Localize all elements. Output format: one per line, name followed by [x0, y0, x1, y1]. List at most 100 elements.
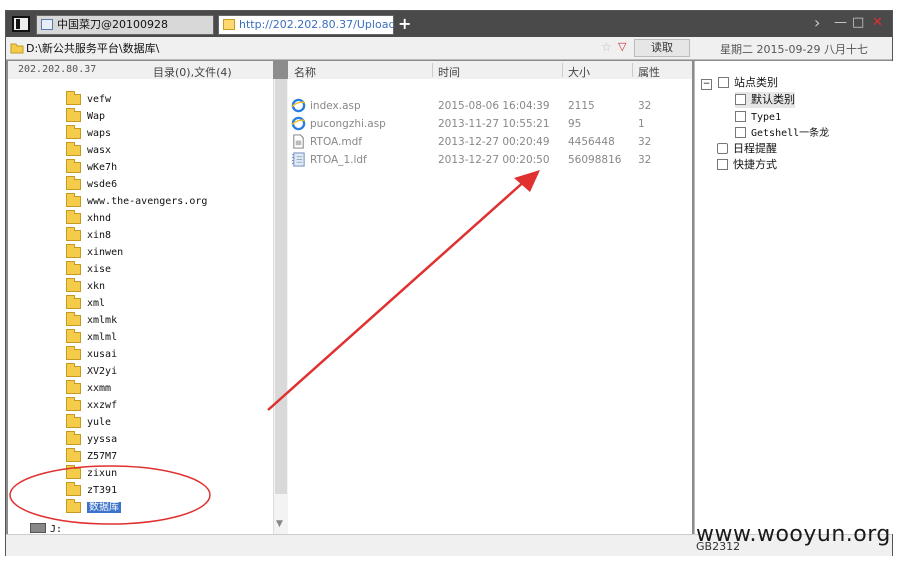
folder-icon — [66, 499, 81, 513]
tree-scrollbar[interactable]: ▼ — [273, 79, 288, 534]
category-icon — [718, 77, 729, 88]
new-tab-button[interactable]: + — [398, 14, 411, 33]
scroll-down-icon[interactable]: ▼ — [276, 519, 283, 529]
tree-type1[interactable]: Type1 — [735, 109, 781, 125]
dir-file-count: 目录(0),文件(4) — [153, 66, 232, 79]
tab-label: 中国菜刀@20100928 — [57, 18, 168, 31]
folder-icon — [66, 448, 81, 462]
column-attr[interactable]: 属性 — [638, 64, 660, 80]
tree-folder-item[interactable]: xxmm — [66, 380, 111, 396]
tree-folder-item[interactable]: wKe7h — [66, 159, 117, 175]
folder-icon — [66, 431, 81, 445]
tree-folder-item[interactable]: xin8 — [66, 227, 111, 243]
default-category-label: 默认类别 — [751, 93, 795, 106]
tree-folder-item[interactable]: xmlmk — [66, 312, 117, 328]
tree-folder-item[interactable]: zixun — [66, 465, 117, 481]
schedule-label: 日程提醒 — [733, 142, 777, 155]
site-category-label: 站点类别 — [734, 76, 778, 89]
tab-caidao[interactable]: 中国菜刀@20100928 — [36, 15, 214, 35]
tree-folder-item[interactable]: XV2yi — [66, 363, 117, 379]
tree-default-category[interactable]: 默认类别 — [735, 92, 795, 108]
tree-folder-item[interactable]: xml — [66, 295, 105, 311]
tree-folder-item[interactable]: xinwen — [66, 244, 123, 260]
folder-icon — [66, 380, 81, 394]
tab-bar: 中国菜刀@20100928 http://202.202.80.37/Uploa… — [6, 11, 892, 37]
folder-icon — [66, 278, 81, 292]
folder-icon — [223, 19, 235, 30]
tree-folder-item[interactable]: yule — [66, 414, 111, 430]
ie-icon — [291, 98, 306, 113]
folder-label: xhnd — [87, 213, 112, 224]
tree-folder-item[interactable]: Wap — [66, 108, 105, 124]
column-size[interactable]: 大小 — [568, 64, 590, 80]
file-name: index.asp — [310, 100, 361, 112]
tree-folder-item[interactable]: xxzwf — [66, 397, 117, 413]
drive-item[interactable]: J: — [30, 522, 62, 534]
scrollbar-thumb[interactable] — [275, 79, 287, 494]
tree-folder-item[interactable]: xhnd — [66, 210, 111, 226]
path-input[interactable]: D:\新公共服务平台\数据库\ — [26, 41, 626, 57]
tree-folder-item[interactable]: waps — [66, 125, 111, 141]
system-menu-icon[interactable] — [12, 16, 30, 32]
file-icon — [293, 134, 304, 149]
folder-label: xxmm — [87, 383, 112, 394]
folder-icon — [66, 227, 81, 241]
file-row[interactable]: pucongzhi.asp 2013-11-27 10:55:21 95 1 — [288, 115, 692, 133]
folder-label: waps — [87, 128, 112, 139]
tree-folder-item[interactable]: Z57M7 — [66, 448, 117, 464]
column-time[interactable]: 时间 — [438, 64, 460, 80]
tree-getshell[interactable]: Getshell一条龙 — [735, 125, 829, 141]
hand-icon — [717, 159, 728, 170]
tree-shortcuts[interactable]: 快捷方式 — [717, 157, 777, 173]
file-size: 56098816 — [568, 154, 622, 166]
folder-label: wasx — [87, 145, 112, 156]
tree-folder-item[interactable]: xusai — [66, 346, 117, 362]
star-icon[interactable]: ☆ — [601, 40, 612, 54]
folder-icon — [66, 193, 81, 207]
tab-url[interactable]: http://202.202.80.37/Upload... — [218, 15, 394, 35]
file-name: RTOA_1.ldf — [310, 154, 367, 166]
notebook-icon — [291, 152, 305, 167]
tree-folder-item[interactable]: zT391 — [66, 482, 117, 498]
host-ip: 202.202.80.37 — [18, 64, 97, 75]
date-label: 星期二 2015-09-29 八月十七 — [720, 43, 868, 56]
tab-label: http://202.202.80.37/Upload... — [239, 18, 394, 31]
ie-icon — [291, 116, 306, 131]
file-row[interactable]: index.asp 2015-08-06 16:04:39 2115 32 — [288, 97, 692, 115]
maximize-icon[interactable]: □ — [852, 15, 864, 30]
tree-folder-item[interactable]: xkn — [66, 278, 105, 294]
tree-folder-item[interactable]: yyssa — [66, 431, 117, 447]
tree-folder-item[interactable]: 数据库 — [66, 499, 121, 515]
chevron-down-icon[interactable]: ▽ — [618, 40, 626, 53]
tree-folder-item[interactable]: xmlml — [66, 329, 117, 345]
minimize-icon[interactable]: — — [834, 15, 847, 30]
file-row[interactable]: RTOA.mdf 2013-12-27 00:20:49 4456448 32 — [288, 133, 692, 151]
folder-icon — [66, 363, 81, 377]
address-bar: D:\新公共服务平台\数据库\ ☆ ▽ 读取 星期二 2015-09-29 八月… — [6, 37, 892, 60]
folder-label: xml — [87, 298, 106, 309]
folder-label: yyssa — [87, 434, 118, 445]
close-icon[interactable]: ✕ — [872, 15, 883, 30]
category-icon — [735, 94, 746, 105]
tree-folder-item[interactable]: wsde6 — [66, 176, 117, 192]
left-panel-header: 202.202.80.37 目录(0),文件(4) — [8, 61, 273, 79]
next-tab-icon[interactable]: › — [814, 13, 820, 32]
file-time: 2013-11-27 10:55:21 — [438, 118, 550, 130]
folder-label: xkn — [87, 281, 106, 292]
folder-label: wKe7h — [87, 162, 118, 173]
tree-site-category[interactable]: − 站点类别 — [701, 75, 778, 91]
folder-icon — [66, 261, 81, 275]
file-list-header: 名称 时间 大小 属性 — [288, 61, 692, 80]
tree-folder-item[interactable]: xise — [66, 261, 111, 277]
file-row[interactable]: RTOA_1.ldf 2013-12-27 00:20:50 56098816 … — [288, 151, 692, 169]
folder-icon — [66, 108, 81, 122]
read-button[interactable]: 读取 — [634, 39, 690, 57]
collapse-icon[interactable]: − — [701, 79, 712, 90]
type1-label: Type1 — [751, 112, 782, 123]
column-name[interactable]: 名称 — [294, 64, 316, 80]
tree-schedule[interactable]: 日程提醒 — [717, 141, 777, 157]
tree-folder-item[interactable]: vefw — [66, 91, 111, 107]
tree-folder-item[interactable]: www.the-avengers.org — [66, 193, 207, 209]
shortcuts-label: 快捷方式 — [733, 158, 777, 171]
tree-folder-item[interactable]: wasx — [66, 142, 111, 158]
